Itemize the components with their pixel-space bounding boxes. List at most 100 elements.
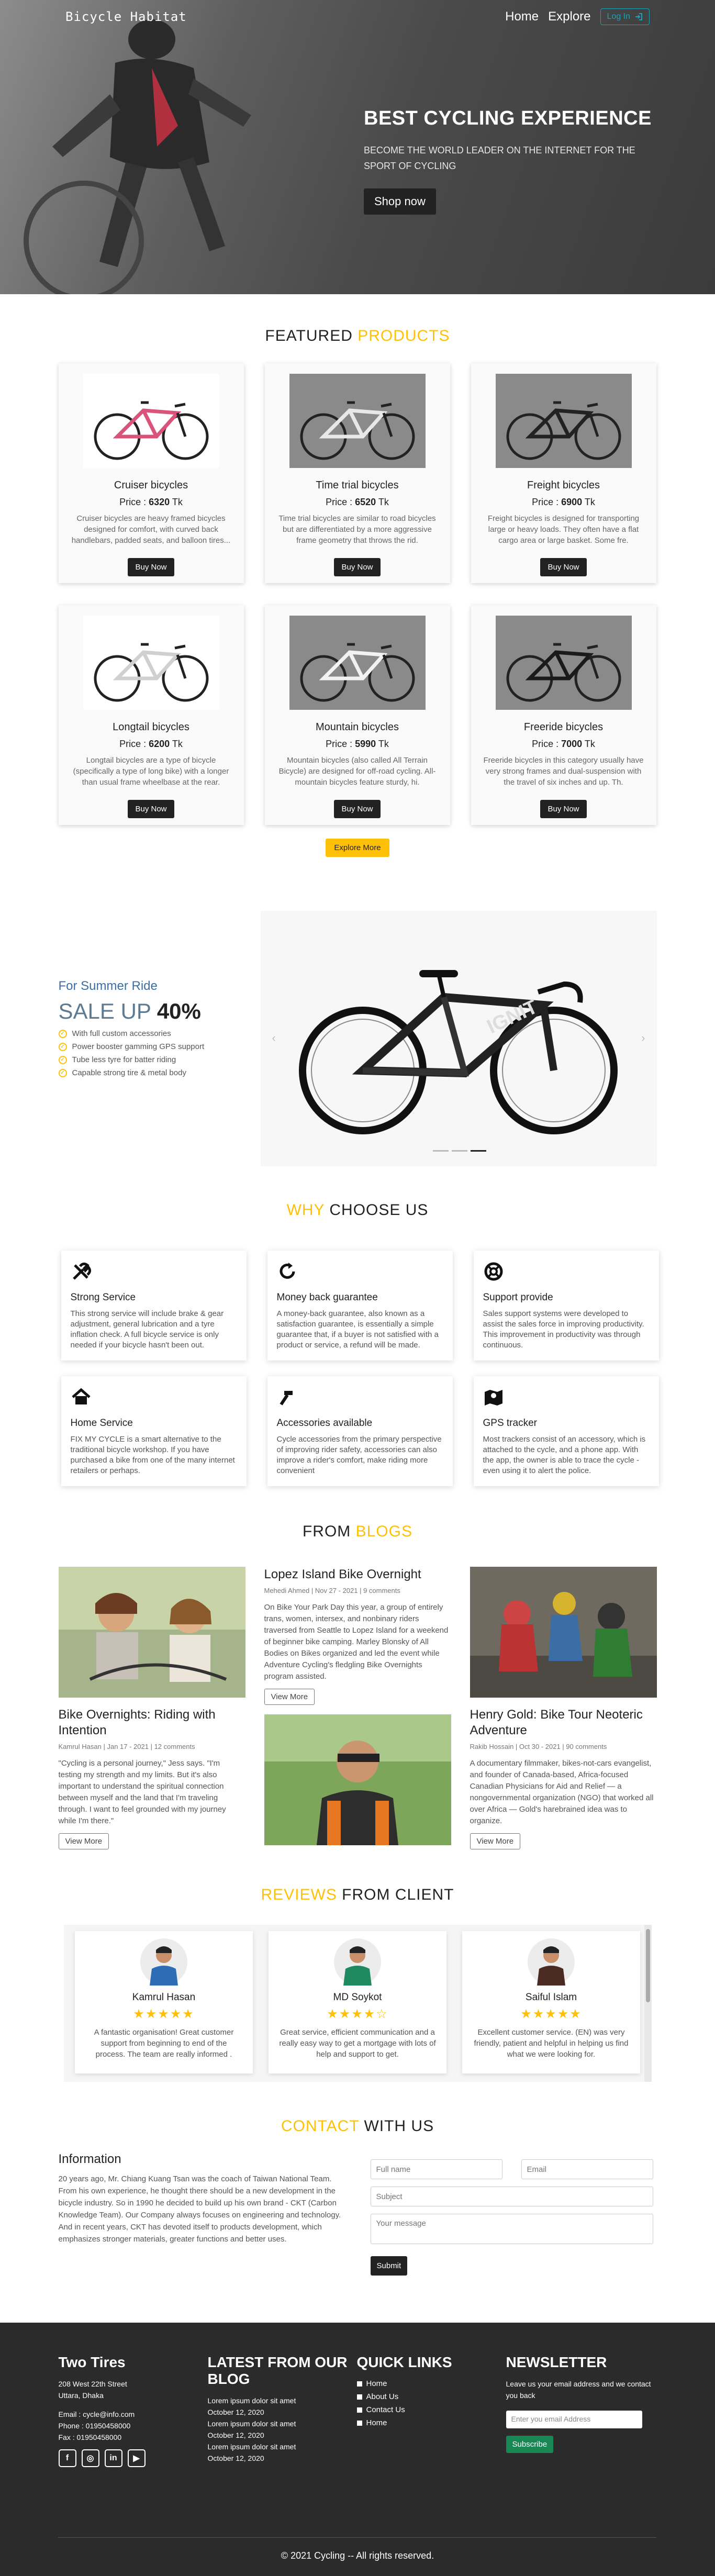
blog-title[interactable]: Lopez Island Bike Overnight xyxy=(264,1567,451,1582)
instagram-icon[interactable]: ◎ xyxy=(81,2449,99,2467)
why-choose-us-section: WHY CHOOSE US Strong Service This strong … xyxy=(0,1201,715,1486)
footer-brand: Two Tires xyxy=(58,2354,126,2370)
carousel-indicator[interactable] xyxy=(451,1150,467,1152)
message-textarea[interactable] xyxy=(370,2214,653,2244)
scrollbar-thumb[interactable] xyxy=(645,1929,650,2002)
buy-now-button[interactable]: Buy Now xyxy=(334,800,381,818)
social-links: f ◎ in ▶ xyxy=(58,2449,208,2467)
blog-text: A documentary filmmaker, bikes-not-cars … xyxy=(470,1759,654,1825)
buy-now-button[interactable]: Buy Now xyxy=(334,558,381,576)
feature-card: GPS tracker Most trackers consist of an a… xyxy=(473,1376,659,1486)
reviews-scrollbar[interactable] xyxy=(644,1925,652,2082)
login-button[interactable]: Log In xyxy=(600,8,650,25)
footer-news-text: Leave us your email address and we conta… xyxy=(506,2380,651,2400)
email-input[interactable] xyxy=(521,2159,653,2179)
reviews-scroller[interactable]: Kamrul Hasan ★★★★★ A fantastic organisatio… xyxy=(63,1925,652,2082)
carousel-indicator-active[interactable] xyxy=(470,1150,486,1152)
quick-link-home-2[interactable]: Home xyxy=(356,2416,506,2429)
feature-title: Support provide xyxy=(483,1292,553,1303)
square-bullet-icon xyxy=(356,2407,362,2413)
buy-now-button[interactable]: Buy Now xyxy=(540,558,587,576)
brand-logo[interactable]: Bicycle Habitat xyxy=(65,9,187,24)
footer-latest-title[interactable]: Lorem ipsum dolor sit amet xyxy=(208,2395,357,2406)
price-currency: Tk xyxy=(172,497,183,507)
footer: Two Tires 208 West 22th Street Uttara, D… xyxy=(0,2323,715,2576)
quick-links-list: Home About Us Contact Us Home xyxy=(356,2377,506,2429)
blog-title[interactable]: Henry Gold: Bike Tour Neoteric Adventure xyxy=(470,1707,657,1738)
product-name: Time trial bicycles xyxy=(316,479,399,491)
product-description: Time trial bicycles are similar to road … xyxy=(278,514,436,545)
sale-feature-text: Tube less tyre for batter riding xyxy=(72,1055,176,1064)
quick-link-contact[interactable]: Contact Us xyxy=(356,2403,506,2416)
explore-more-button[interactable]: Explore More xyxy=(326,839,389,857)
carousel-prev-icon[interactable]: ‹ xyxy=(272,1031,276,1045)
product-card: Freeride bicycles Price : 7000 Tk Freeride… xyxy=(471,605,656,825)
quick-link-about[interactable]: About Us xyxy=(356,2390,506,2403)
nav-home-link[interactable]: Home xyxy=(505,9,539,24)
sale-feature-item: ✓ Capable strong tire & metal body xyxy=(58,1068,252,1077)
hero-subtitle: BECOME THE WORLD LEADER ON THE INTERNET … xyxy=(364,145,635,171)
footer-latest-title[interactable]: Lorem ipsum dolor sit amet xyxy=(208,2441,357,2452)
check-circle-icon: ✓ xyxy=(58,1029,67,1038)
product-price: Price : 6320 Tk xyxy=(59,497,244,508)
view-more-button[interactable]: View More xyxy=(470,1833,521,1849)
feature-card: Accessories available Cycle accessories f… xyxy=(267,1376,453,1486)
shop-now-button[interactable]: Shop now xyxy=(364,188,436,215)
linkedin-icon[interactable]: in xyxy=(104,2449,122,2467)
youtube-icon[interactable]: ▶ xyxy=(127,2449,146,2467)
reviewer-avatar xyxy=(528,1938,575,1986)
submit-button[interactable]: Submit xyxy=(370,2256,408,2276)
contact-form: Submit xyxy=(370,2159,653,2276)
blog-meta: Rakib Hossain | Oct 30 - 2021 | 90 comme… xyxy=(470,1743,607,1750)
reviews-heading-b: FROM CLIENT xyxy=(342,1886,454,1903)
blog-title[interactable]: Bike Overnights: Riding with Intention xyxy=(59,1707,245,1738)
footer-latest-title[interactable]: Lorem ipsum dolor sit amet xyxy=(208,2418,357,2429)
footer-divider xyxy=(58,2537,656,2538)
fullname-input[interactable] xyxy=(370,2159,502,2179)
price-currency: Tk xyxy=(584,739,595,749)
login-label: Log In xyxy=(607,12,630,21)
subject-input[interactable] xyxy=(370,2187,653,2206)
blog-image-race-cyclists xyxy=(470,1567,657,1698)
quick-link-home[interactable]: Home xyxy=(356,2377,506,2390)
price-value: 6900 xyxy=(561,497,583,507)
quick-link-label: About Us xyxy=(366,2392,399,2401)
subscribe-button[interactable]: Subscribe xyxy=(506,2436,554,2453)
price-value: 6200 xyxy=(149,739,170,749)
buy-now-button[interactable]: Buy Now xyxy=(128,558,174,576)
feature-title: GPS tracker xyxy=(483,1418,537,1429)
blog-text: "Cycling is a personal journey," Jess sa… xyxy=(58,1759,226,1825)
tools-icon xyxy=(72,1262,91,1280)
navbar: Bicycle Habitat Home Explore Log In xyxy=(0,0,715,34)
bike-carousel[interactable]: IGNIT ‹ › xyxy=(260,911,657,1166)
feature-card: Strong Service This strong service will i… xyxy=(61,1251,247,1361)
newsletter-email-input[interactable]: Enter you email Address xyxy=(506,2411,642,2428)
buy-now-button[interactable]: Buy Now xyxy=(540,800,587,818)
blog-image-cyclist-portrait xyxy=(264,1714,451,1845)
product-card: Time trial bicycles Price : 6520 Tk Time t… xyxy=(264,363,450,583)
feature-description: This strong service will include brake &… xyxy=(70,1309,224,1350)
carousel-next-icon[interactable]: › xyxy=(641,1031,645,1045)
hero-title: BEST CYCLING EXPERIENCE xyxy=(364,107,652,129)
facebook-icon[interactable]: f xyxy=(58,2449,76,2467)
blog-image-couple-cycling xyxy=(58,1567,245,1698)
contact-info-heading: Information xyxy=(58,2152,121,2166)
view-more-button[interactable]: View More xyxy=(264,1689,315,1705)
product-card: Longtail bicycles Price : 6200 Tk Longtail… xyxy=(58,605,244,825)
nav-explore-link[interactable]: Explore xyxy=(548,9,590,24)
check-circle-icon: ✓ xyxy=(58,1042,67,1051)
reviewer-name: Kamrul Hasan xyxy=(132,1992,196,2003)
carousel-indicator[interactable] xyxy=(432,1150,449,1152)
price-value: 7000 xyxy=(561,739,583,749)
buy-now-button[interactable]: Buy Now xyxy=(128,800,174,818)
check-circle-icon: ✓ xyxy=(58,1068,67,1077)
products-grid: Cruiser bicycles Price : 6320 Tk Cruiser b… xyxy=(58,363,657,825)
footer-contact-col: Two Tires 208 West 22th Street Uttara, D… xyxy=(58,2354,208,2467)
quick-link-label: Home xyxy=(366,2379,387,2388)
road-bike-image: IGNIT xyxy=(298,970,618,1134)
product-name: Freeride bicycles xyxy=(523,721,604,733)
product-description: Longtail bicycles are a type of bicycle … xyxy=(73,756,229,787)
product-price: Price : 6520 Tk xyxy=(265,497,450,508)
blog-text: On Bike Your Park Day this year, a group… xyxy=(264,1603,449,1681)
view-more-button[interactable]: View More xyxy=(58,1833,109,1849)
